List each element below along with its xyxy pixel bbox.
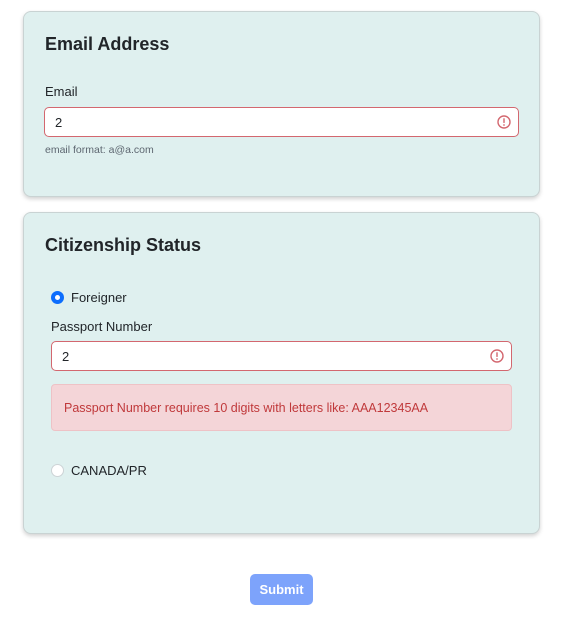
passport-input-wrapper: [51, 341, 512, 371]
email-help-text: email format: a@a.com: [45, 144, 154, 156]
radio-unselected-icon[interactable]: [51, 464, 64, 477]
email-field[interactable]: [45, 108, 518, 136]
radio-selected-icon[interactable]: [51, 291, 64, 304]
passport-number-field[interactable]: [52, 342, 511, 370]
radio-option-canada-pr[interactable]: CANADA/PR: [51, 463, 147, 478]
radio-label-foreigner: Foreigner: [71, 290, 127, 305]
passport-field-label: Passport Number: [51, 319, 153, 334]
citizenship-status-card: Citizenship Status Foreigner Passport Nu…: [23, 212, 540, 534]
passport-error-text: Passport Number requires 10 digits with …: [64, 400, 429, 415]
radio-label-canada-pr: CANADA/PR: [71, 463, 147, 478]
submit-button[interactable]: Submit: [250, 574, 313, 605]
email-address-card: Email Address Email email format: a@a.co…: [23, 11, 540, 197]
email-field-label: Email: [45, 84, 78, 99]
email-section-title: Email Address: [45, 34, 170, 54]
radio-option-foreigner[interactable]: Foreigner: [51, 290, 127, 305]
exclamation-circle-icon: [490, 349, 504, 363]
citizenship-section-title: Citizenship Status: [45, 235, 202, 255]
email-input-wrapper: [44, 107, 519, 137]
exclamation-circle-icon: [497, 115, 511, 129]
passport-error-alert: Passport Number requires 10 digits with …: [51, 384, 512, 431]
